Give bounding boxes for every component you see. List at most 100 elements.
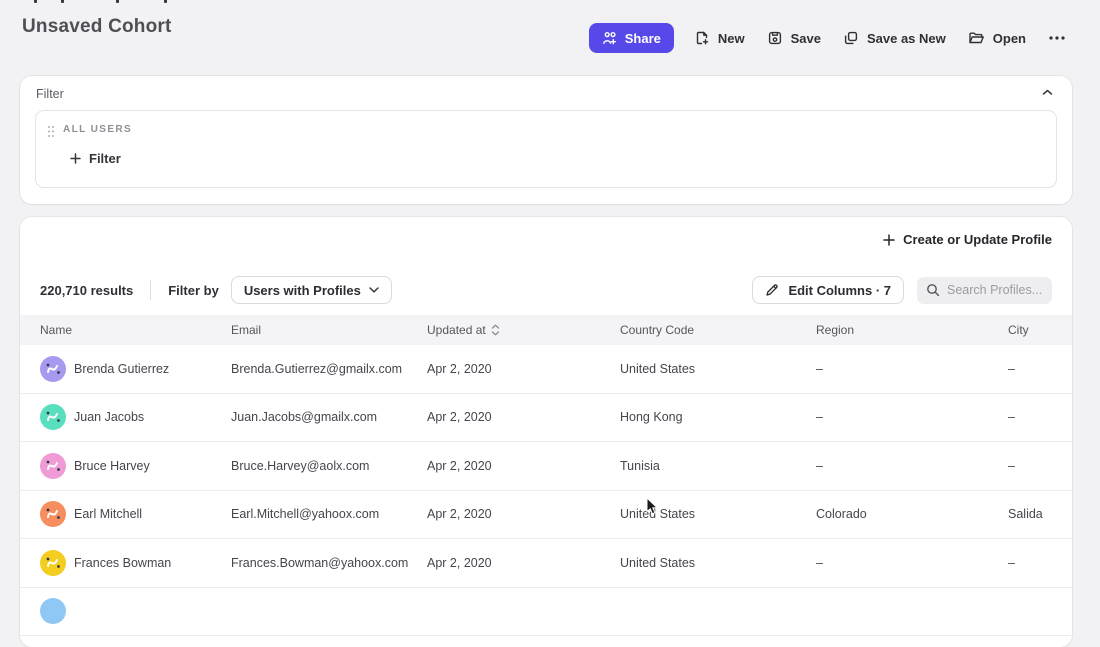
pencil-icon	[765, 283, 779, 297]
profile-type-dropdown[interactable]: Users with Profiles	[231, 276, 392, 304]
cell-country-code: United States	[620, 362, 816, 376]
avatar	[40, 453, 66, 479]
sort-icon[interactable]	[491, 324, 500, 336]
cell-country-code: United States	[620, 556, 816, 570]
column-header-city[interactable]: City	[1008, 323, 1072, 337]
open-button-label: Open	[993, 31, 1026, 46]
add-filter-button-label: Filter	[89, 151, 121, 166]
collapse-filter-button[interactable]	[1039, 86, 1056, 99]
chevron-up-icon	[1042, 89, 1053, 96]
new-file-icon	[694, 30, 710, 46]
filter-panel: Filter ALL USERS Filter	[20, 76, 1072, 204]
cell-name: Frances Bowman	[40, 550, 231, 576]
cell-updated-at: Apr 2, 2020	[427, 362, 620, 376]
toolbar: Share New Save	[589, 23, 1068, 53]
edit-columns-button[interactable]: Edit Columns · 7	[752, 276, 904, 304]
ellipsis-icon	[1048, 35, 1066, 41]
search-profiles-box	[917, 277, 1052, 304]
create-or-update-profile-label: Create or Update Profile	[903, 232, 1052, 247]
cell-updated-at: Apr 2, 2020	[427, 507, 620, 521]
save-as-new-button[interactable]: Save as New	[841, 23, 948, 53]
cell-country-code: United States	[620, 507, 816, 521]
table-row[interactable]: Juan Jacobs Juan.Jacobs@gmailx.com Apr 2…	[20, 394, 1072, 443]
cell-updated-at: Apr 2, 2020	[427, 459, 620, 473]
avatar	[40, 550, 66, 576]
search-icon	[926, 283, 940, 297]
table-row[interactable]	[20, 588, 1072, 637]
copy-icon	[843, 30, 859, 46]
cell-city: –	[1008, 556, 1072, 570]
share-button-label: Share	[625, 31, 661, 46]
cell-country-code: Tunisia	[620, 459, 816, 473]
plus-icon	[70, 153, 81, 164]
cell-name: Earl Mitchell	[40, 501, 231, 527]
folder-open-icon	[968, 30, 985, 46]
profile-name: Bruce Harvey	[74, 459, 150, 473]
profile-type-dropdown-value: Users with Profiles	[244, 283, 361, 298]
profile-name: Earl Mitchell	[74, 507, 142, 521]
cell-email: Juan.Jacobs@gmailx.com	[231, 410, 427, 424]
save-button[interactable]: Save	[765, 23, 823, 53]
column-header-updated-at[interactable]: Updated at	[427, 323, 620, 337]
table-row[interactable]: Bruce Harvey Bruce.Harvey@aolx.com Apr 2…	[20, 442, 1072, 491]
save-icon	[767, 30, 783, 46]
table-body: Brenda Gutierrez Brenda.Gutierrez@gmailx…	[20, 345, 1072, 636]
cell-email: Frances.Bowman@yahoox.com	[231, 556, 427, 570]
table-row[interactable]: Frances Bowman Frances.Bowman@yahoox.com…	[20, 539, 1072, 588]
filter-group-label: ALL USERS	[63, 124, 132, 135]
table-row[interactable]: Earl Mitchell Earl.Mitchell@yahoox.com A…	[20, 491, 1072, 540]
share-users-icon	[602, 31, 618, 46]
cell-email: Earl.Mitchell@yahoox.com	[231, 507, 427, 521]
table-row[interactable]: Brenda Gutierrez Brenda.Gutierrez@gmailx…	[20, 345, 1072, 394]
drag-handle-icon[interactable]	[47, 125, 55, 138]
divider	[150, 280, 151, 300]
results-bar: 220,710 results Filter by Users with Pro…	[20, 268, 1072, 312]
share-button[interactable]: Share	[589, 23, 674, 53]
filter-by-label: Filter by	[168, 283, 219, 298]
cell-name: Juan Jacobs	[40, 404, 231, 430]
filter-panel-label: Filter	[36, 87, 64, 101]
avatar	[40, 501, 66, 527]
cell-name: Bruce Harvey	[40, 453, 231, 479]
avatar	[40, 598, 66, 624]
create-or-update-profile-button[interactable]: Create or Update Profile	[883, 232, 1052, 247]
column-header-name[interactable]: Name	[40, 323, 231, 337]
profiles-table: Name Email Updated at Country Code Regio…	[20, 315, 1072, 636]
open-button[interactable]: Open	[966, 23, 1028, 53]
filter-group-all-users: ALL USERS Filter	[35, 110, 1057, 188]
cell-region: –	[816, 362, 1008, 376]
search-profiles-input[interactable]	[947, 283, 1043, 297]
table-header-row: Name Email Updated at Country Code Regio…	[20, 315, 1072, 345]
profile-name: Juan Jacobs	[74, 410, 144, 424]
profile-name: Frances Bowman	[74, 556, 171, 570]
page-title: Unsaved Cohort	[22, 16, 172, 38]
results-bar-right: Edit Columns · 7	[752, 276, 1052, 304]
avatar	[40, 356, 66, 382]
column-header-country-code[interactable]: Country Code	[620, 323, 816, 337]
more-options-button[interactable]	[1046, 31, 1068, 45]
cell-city: –	[1008, 362, 1072, 376]
cell-email: Brenda.Gutierrez@gmailx.com	[231, 362, 427, 376]
new-button[interactable]: New	[692, 23, 747, 53]
results-count: 220,710 results	[40, 283, 133, 298]
column-header-region[interactable]: Region	[816, 323, 1008, 337]
edit-columns-label: Edit Columns · 7	[788, 283, 891, 298]
cell-city: Salida	[1008, 507, 1072, 521]
cell-name: Brenda Gutierrez	[40, 356, 231, 382]
add-filter-button[interactable]: Filter	[70, 151, 121, 166]
cell-updated-at: Apr 2, 2020	[427, 410, 620, 424]
cell-city: –	[1008, 459, 1072, 473]
cell-region: –	[816, 410, 1008, 424]
cell-name	[40, 598, 231, 624]
cell-updated-at: Apr 2, 2020	[427, 556, 620, 570]
cell-country-code: Hong Kong	[620, 410, 816, 424]
profile-name: Brenda Gutierrez	[74, 362, 169, 376]
save-as-new-button-label: Save as New	[867, 31, 946, 46]
cell-region: –	[816, 556, 1008, 570]
chevron-down-icon	[369, 287, 379, 293]
save-button-label: Save	[791, 31, 821, 46]
cell-email: Bruce.Harvey@aolx.com	[231, 459, 427, 473]
profiles-panel: Create or Update Profile 220,710 results…	[20, 217, 1072, 647]
column-header-email[interactable]: Email	[231, 323, 427, 337]
plus-icon	[883, 234, 895, 246]
